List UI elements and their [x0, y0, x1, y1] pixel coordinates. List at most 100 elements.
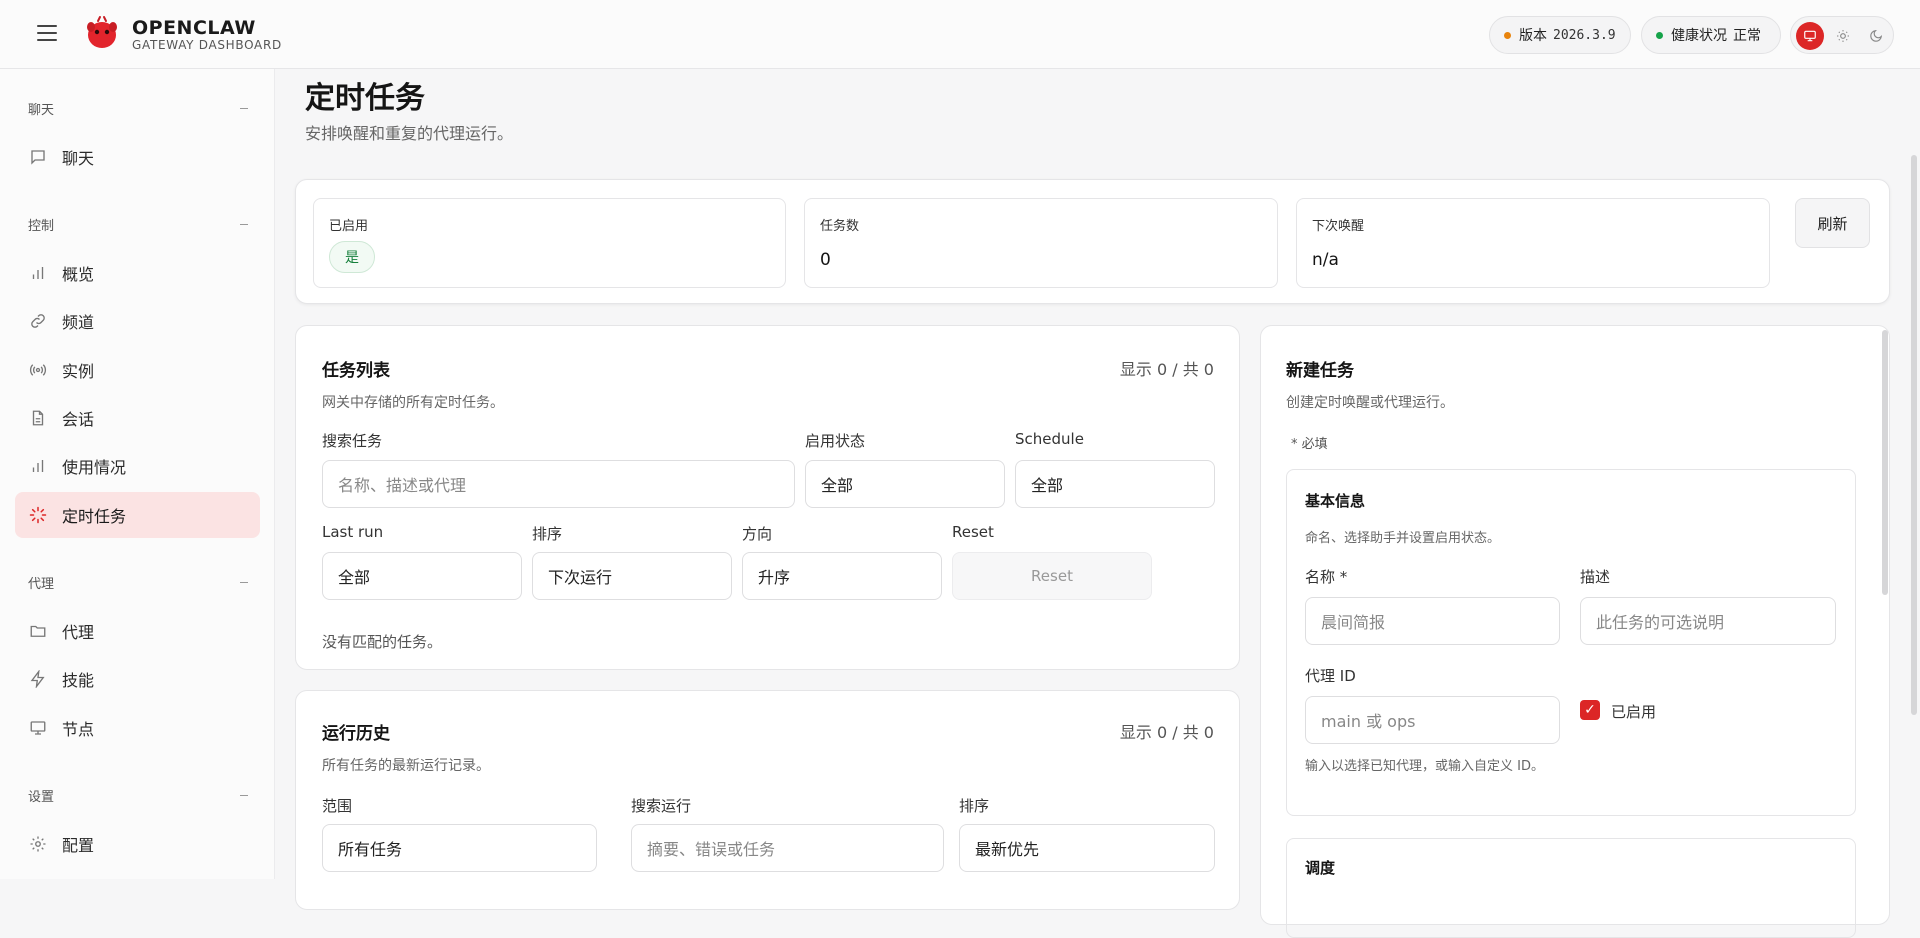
sidebar: 聊天 聊天 控制 概览 频道 实例 会话 使用情况 定时任务 代理 代理 技能	[0, 69, 275, 879]
health-value: 正常	[1733, 28, 1761, 44]
page-subtitle: 安排唤醒和重复的代理运行。	[305, 124, 514, 143]
new-task-title: 新建任务	[1286, 361, 1354, 381]
task-list-desc: 网关中存储的所有定时任务。	[322, 395, 504, 411]
sidebar-item-agents[interactable]: 代理	[15, 608, 260, 654]
health-pill: 健康状况 正常	[1641, 16, 1781, 54]
brand-title: OPENCLAW	[132, 17, 256, 39]
sidebar-section-settings[interactable]: 设置	[28, 786, 54, 805]
last-run-label: Last run	[322, 523, 384, 541]
status-card: 已启用 是 任务数 0 下次唤醒 n/a 刷新	[295, 179, 1890, 304]
schedule-title: 调度	[1305, 859, 1336, 877]
description-label: 描述	[1580, 568, 1611, 586]
stat-label: 下次唤醒	[1312, 219, 1365, 234]
sidebar-item-label: 配置	[62, 836, 95, 855]
sidebar-item-skills[interactable]: 技能	[15, 656, 260, 702]
sidebar-section-chat[interactable]: 聊天	[28, 99, 54, 118]
schedule-filter-select[interactable]: 全部	[1015, 460, 1215, 508]
sort-select[interactable]: 下次运行	[532, 552, 732, 600]
stat-tasks: 任务数 0	[804, 198, 1278, 288]
direction-select[interactable]: 升序	[742, 552, 942, 600]
menu-icon[interactable]	[37, 25, 57, 43]
sidebar-item-channels[interactable]: 频道	[15, 298, 260, 344]
zap-icon	[28, 669, 48, 689]
description-input[interactable]: 此任务的可选说明	[1580, 597, 1836, 645]
refresh-button[interactable]: 刷新	[1795, 198, 1870, 248]
run-history-card: 运行历史 显示 0 / 共 0 所有任务的最新运行记录。 范围 所有任务 搜索运…	[295, 690, 1240, 910]
sidebar-item-overview[interactable]: 概览	[15, 250, 260, 296]
run-sort-label: 排序	[959, 797, 990, 815]
sidebar-item-label: 会话	[62, 410, 95, 429]
sidebar-section-control[interactable]: 控制	[28, 215, 54, 234]
enabled-filter-select[interactable]: 全部	[805, 460, 1005, 508]
search-label: 搜索任务	[322, 432, 383, 450]
collapse-icon[interactable]	[240, 795, 248, 796]
gear-icon	[28, 834, 48, 854]
monitor-icon	[28, 718, 48, 738]
scope-select[interactable]: 所有任务	[322, 824, 597, 872]
enabled-checkbox[interactable]: ✓	[1580, 700, 1600, 720]
task-count: 显示 0 / 共 0	[1119, 360, 1214, 379]
sidebar-item-sessions[interactable]: 会话	[15, 395, 260, 441]
stat-value: n/a	[1312, 250, 1339, 270]
run-history-title: 运行历史	[322, 724, 390, 744]
main-content: 定时任务 安排唤醒和重复的代理运行。 已启用 是 任务数 0 下次唤醒 n/a …	[276, 69, 1906, 938]
required-note: * 必填	[1291, 437, 1328, 452]
run-sort-select[interactable]: 最新优先	[959, 824, 1215, 872]
collapse-icon[interactable]	[240, 224, 248, 225]
link-icon	[28, 311, 48, 331]
reset-button[interactable]: Reset	[952, 552, 1152, 600]
openclaw-logo-icon	[87, 16, 117, 48]
health-label: 健康状况	[1671, 28, 1727, 44]
folder-icon	[28, 621, 48, 641]
reset-label: Reset	[952, 523, 994, 541]
sidebar-item-label: 技能	[62, 671, 95, 690]
task-search-input[interactable]: 名称、描述或代理	[322, 460, 795, 508]
health-status-dot	[1656, 31, 1663, 39]
enabled-filter-label: 启用状态	[805, 432, 866, 450]
collapse-icon[interactable]	[240, 582, 248, 583]
empty-state: 没有匹配的任务。	[322, 633, 443, 651]
collapse-icon[interactable]	[240, 108, 248, 109]
agent-id-label: 代理 ID	[1305, 667, 1356, 685]
sidebar-item-cron[interactable]: 定时任务	[15, 492, 260, 538]
name-label: 名称 *	[1305, 568, 1348, 586]
version-label: 版本	[1519, 28, 1547, 44]
sun-icon[interactable]	[1829, 22, 1857, 50]
stat-value: 0	[820, 250, 831, 270]
stat-label: 任务数	[820, 219, 860, 234]
top-bar: OPENCLAW GATEWAY DASHBOARD 版本 2026.3.9 健…	[0, 0, 1920, 69]
agent-id-hint: 输入以选择已知代理，或输入自定义 ID。	[1305, 759, 1544, 774]
run-history-desc: 所有任务的最新运行记录。	[322, 758, 490, 774]
schedule-filter-label: Schedule	[1015, 430, 1084, 448]
scope-label: 范围	[322, 797, 353, 815]
sidebar-item-usage[interactable]: 使用情况	[15, 443, 260, 489]
sidebar-item-instances[interactable]: 实例	[15, 347, 260, 393]
panel-scrollbar[interactable]	[1882, 330, 1888, 595]
radio-icon	[28, 360, 48, 380]
agent-id-input[interactable]: main 或 ops	[1305, 696, 1560, 744]
schedule-section: 调度	[1286, 838, 1856, 938]
sidebar-item-label: 节点	[62, 720, 95, 739]
run-search-input[interactable]: 摘要、错误或任务	[631, 824, 944, 872]
run-count: 显示 0 / 共 0	[1119, 723, 1214, 742]
stat-enabled: 已启用 是	[313, 198, 786, 288]
basic-info-section: 基本信息 命名、选择助手并设置启用状态。 名称 * 晨间简报 描述 此任务的可选…	[1286, 469, 1856, 816]
direction-label: 方向	[742, 525, 773, 543]
sort-label: 排序	[532, 525, 563, 543]
task-list-title: 任务列表	[322, 361, 390, 381]
sidebar-section-agents[interactable]: 代理	[28, 573, 54, 592]
status-badge: 是	[329, 241, 375, 273]
bar-chart-icon	[28, 456, 48, 476]
name-input[interactable]: 晨间简报	[1305, 597, 1560, 645]
page-scrollbar[interactable]	[1911, 155, 1917, 715]
sidebar-item-chat[interactable]: 聊天	[15, 134, 260, 180]
file-icon	[28, 408, 48, 428]
bar-chart-icon	[28, 263, 48, 283]
sidebar-item-config[interactable]: 配置	[15, 821, 260, 867]
moon-icon[interactable]	[1862, 22, 1890, 50]
new-task-card: 新建任务 创建定时唤醒或代理运行。 * 必填 基本信息 命名、选择助手并设置启用…	[1260, 325, 1890, 938]
sidebar-item-label: 代理	[62, 623, 95, 642]
last-run-select[interactable]: 全部	[322, 552, 522, 600]
sidebar-item-nodes[interactable]: 节点	[15, 705, 260, 751]
monitor-icon[interactable]	[1796, 22, 1824, 50]
